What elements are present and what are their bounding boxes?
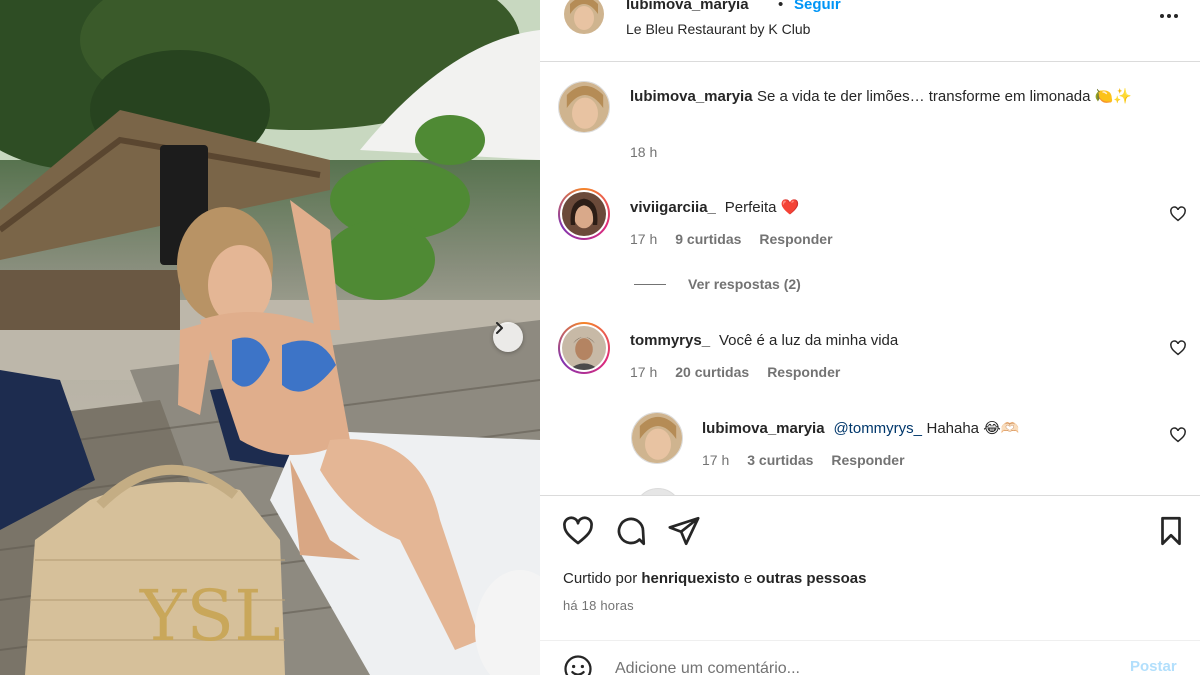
caption-username[interactable]: lubimova_maryia	[630, 88, 753, 105]
comment-like-heart-icon[interactable]	[1169, 339, 1187, 357]
comment-likes[interactable]: 20 curtidas	[675, 364, 749, 380]
reply-mention[interactable]: @tommyrys_	[833, 420, 922, 437]
reply-avatar[interactable]	[631, 412, 683, 464]
beach-photo-illustration: YSL	[0, 0, 540, 675]
comment-avatar	[562, 192, 606, 236]
comment-meta: 17 h 20 curtidas Responder	[630, 364, 840, 380]
reply-button[interactable]: Responder	[767, 364, 840, 380]
chevron-right-icon	[496, 322, 503, 334]
caption-time: 18 h	[630, 144, 658, 160]
reply-button[interactable]: Responder	[831, 452, 904, 468]
post-photo[interactable]: YSL	[0, 0, 540, 675]
bookmark-icon[interactable]	[1154, 514, 1188, 548]
post-button[interactable]: Postar	[1130, 658, 1177, 675]
follow-button[interactable]: Seguir	[794, 0, 841, 13]
author-avatar[interactable]	[564, 0, 604, 34]
comment-avatar-ring[interactable]	[558, 322, 610, 374]
comment-username[interactable]: viviigarciia_	[630, 199, 716, 216]
comment-composer: Postar	[540, 640, 1200, 675]
reply-time: 17 h	[702, 452, 730, 468]
reply-meta: 17 h 3 curtidas Responder	[702, 452, 905, 468]
view-replies-line	[634, 283, 666, 285]
view-replies-button[interactable]: Ver respostas (2)	[634, 276, 801, 292]
send-icon[interactable]	[667, 514, 701, 548]
view-replies-label: Ver respostas (2)	[688, 276, 801, 292]
liked-by-others[interactable]: outras pessoas	[756, 570, 866, 587]
comment: tommyrys_ Você é a luz da minha vida	[630, 329, 898, 353]
author-username[interactable]: lubimova_maryia	[626, 0, 749, 13]
reply-likes[interactable]: 3 curtidas	[747, 452, 813, 468]
next-comment-avatar[interactable]	[634, 488, 682, 495]
comment-text: Você é a luz da minha vida	[718, 332, 899, 349]
reply-text: Hahaha 😂🫶🏻	[926, 420, 1020, 437]
reply-button[interactable]: Responder	[759, 231, 832, 247]
post-header: lubimova_maryia • Seguir Le Bleu Restaur…	[540, 0, 1200, 62]
caption-avatar[interactable]	[558, 81, 610, 133]
post-location[interactable]: Le Bleu Restaurant by K Club	[626, 21, 810, 37]
comment-time: 17 h	[630, 364, 658, 380]
liked-by-user[interactable]: henriquexisto	[641, 570, 739, 587]
more-options-icon[interactable]	[1155, 6, 1183, 26]
liked-by-prefix: Curtido por	[563, 570, 638, 587]
reply-like-heart-icon[interactable]	[1169, 426, 1187, 444]
comment-input[interactable]	[615, 655, 1095, 675]
comment-time: 17 h	[630, 231, 658, 247]
comment-avatar	[562, 326, 606, 370]
reply-comment: lubimova_maryia @tommyrys_ Hahaha 😂🫶🏻	[702, 417, 1019, 441]
comment-text: Perfeita ❤️	[724, 199, 800, 216]
comments-list[interactable]: lubimova_maryia Se a vida te der limões……	[540, 63, 1200, 495]
comment-avatar-ring[interactable]	[558, 188, 610, 240]
liked-by: Curtido por henriquexisto e outras pesso…	[563, 570, 866, 587]
caption: lubimova_maryia Se a vida te der limões……	[630, 85, 1150, 109]
separator-dot: •	[778, 0, 784, 13]
comment: viviigarciia_ Perfeita ❤️	[630, 196, 799, 220]
heart-icon[interactable]	[561, 514, 595, 548]
caption-text: Se a vida te der limões… transforme em l…	[757, 88, 1133, 105]
emoji-icon[interactable]	[563, 654, 593, 675]
post-time: há 18 horas	[563, 598, 634, 613]
liked-by-connector: e	[743, 570, 753, 587]
carousel-next-button[interactable]	[493, 322, 523, 352]
action-bar: Curtido por henriquexisto e outras pesso…	[540, 495, 1200, 615]
post-detail-panel: lubimova_maryia • Seguir Le Bleu Restaur…	[540, 0, 1200, 675]
comment-icon[interactable]	[614, 514, 648, 548]
comment-meta: 17 h 9 curtidas Responder	[630, 231, 833, 247]
comment-likes[interactable]: 9 curtidas	[675, 231, 741, 247]
logo-monogram: YSL	[139, 575, 281, 657]
reply-username[interactable]: lubimova_maryia	[702, 420, 825, 437]
comment-like-heart-icon[interactable]	[1169, 205, 1187, 223]
comment-username[interactable]: tommyrys_	[630, 332, 710, 349]
